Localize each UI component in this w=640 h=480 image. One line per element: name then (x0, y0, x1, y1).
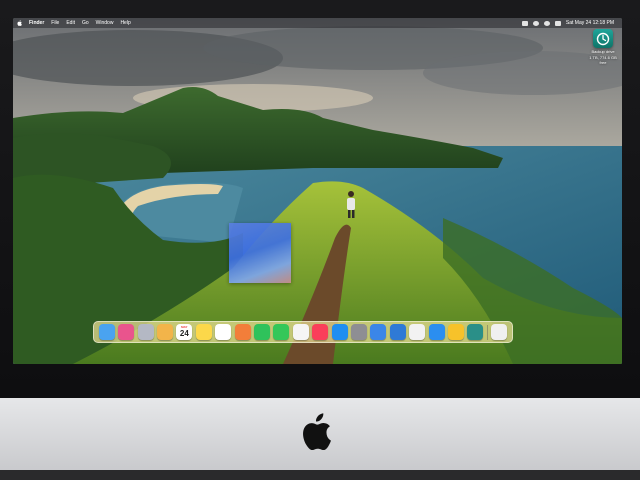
app-store-icon[interactable] (331, 324, 348, 340)
messages-icon[interactable] (273, 324, 290, 340)
contacts-icon[interactable] (156, 324, 173, 340)
apple-menu-icon[interactable] (17, 20, 22, 26)
dock-separator (486, 324, 488, 340)
backup-drive-label: Backup drive (591, 49, 615, 54)
settings-icon[interactable] (350, 324, 367, 340)
desk-surface (0, 470, 640, 480)
chrome-icon[interactable] (409, 324, 426, 340)
remote-desktop-icon[interactable] (389, 324, 406, 340)
time-machine-icon (593, 29, 613, 48)
menu-file[interactable]: File (51, 18, 59, 28)
menu-go[interactable]: Go (82, 18, 89, 28)
backup-drive-desktop-icon[interactable]: Backup drive 1 TB, 774.6 GB free (588, 29, 618, 65)
wifi-icon[interactable] (532, 20, 539, 26)
dock: MAY 24 (93, 321, 513, 343)
app-grid-icon[interactable] (137, 324, 154, 340)
calendar-day: 24 (179, 329, 189, 338)
battery-icon[interactable] (521, 20, 528, 26)
finder-icon[interactable] (98, 324, 115, 340)
menu-window[interactable]: Window (96, 18, 114, 28)
menu-bar: Finder File Edit Go Window Help Sat May … (13, 18, 622, 28)
window-preview-thumbnail[interactable] (229, 223, 291, 283)
control-center-icon[interactable] (554, 20, 561, 26)
trash-icon[interactable] (491, 324, 508, 340)
facetime-icon[interactable] (253, 324, 270, 340)
time-machine-icon[interactable] (467, 324, 484, 340)
calendar-icon[interactable]: MAY 24 (176, 324, 193, 340)
menu-clock[interactable]: Sat May 24 12:18 PM (566, 18, 614, 28)
menu-app-name[interactable]: Finder (29, 18, 44, 28)
news-icon[interactable] (292, 324, 309, 340)
menu-edit[interactable]: Edit (66, 18, 75, 28)
search-icon[interactable] (543, 20, 550, 26)
notes-icon[interactable] (195, 324, 212, 340)
music-icon[interactable] (312, 324, 329, 340)
backup-drive-sublabel: 1 TB, 774.6 GB free (589, 55, 617, 65)
desktop-screen: Finder File Edit Go Window Help Sat May … (13, 18, 622, 364)
reminders-icon[interactable] (215, 324, 232, 340)
safari-icon[interactable] (428, 324, 445, 340)
photos-icon[interactable] (234, 324, 251, 340)
apple-logo-icon (303, 413, 331, 450)
menu-help[interactable]: Help (120, 18, 130, 28)
tips-icon[interactable] (448, 324, 465, 340)
launchpad-icon[interactable] (118, 324, 135, 340)
keynote-icon[interactable] (370, 324, 387, 340)
desktop-wallpaper (13, 18, 622, 364)
